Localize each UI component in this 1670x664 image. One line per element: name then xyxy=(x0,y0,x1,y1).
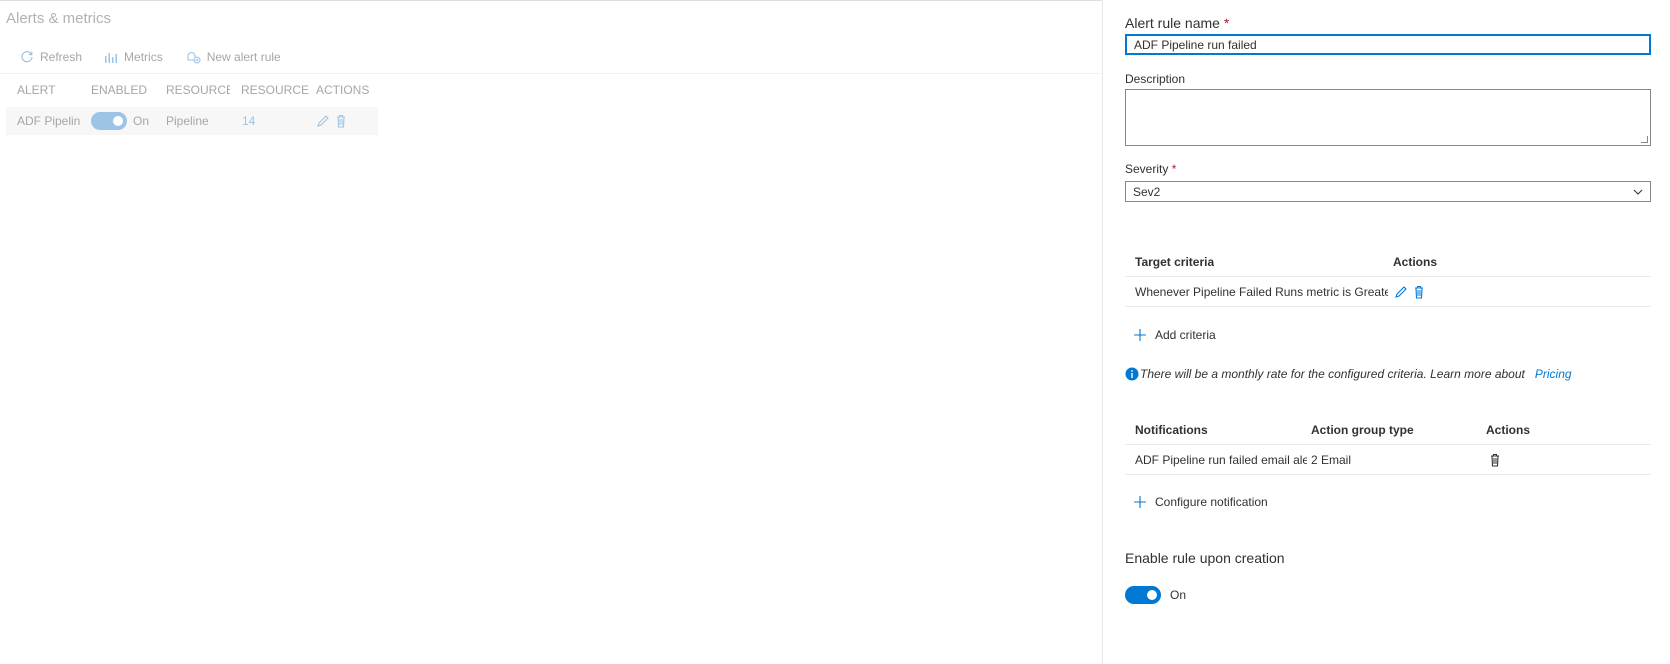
chevron-down-icon xyxy=(1633,189,1643,195)
criteria-table-header: Target criteria Actions xyxy=(1125,247,1651,277)
severity-value: Sev2 xyxy=(1133,184,1161,199)
rule-name-input[interactable]: ADF Pipeline run failed xyxy=(1125,34,1651,55)
plus-icon xyxy=(1134,329,1146,341)
new-alert-icon xyxy=(187,51,201,64)
col-resource-type: RESOURCE T xyxy=(166,83,230,97)
alert-name: ADF Pipeline xyxy=(17,114,81,128)
col-notifications: Notifications xyxy=(1135,422,1208,437)
action-group-type: 2 Email xyxy=(1311,453,1352,467)
new-alert-rule-label: New alert rule xyxy=(206,50,281,64)
col-notification-actions: Actions xyxy=(1486,422,1531,437)
divider xyxy=(0,73,1102,74)
metrics-label: Metrics xyxy=(124,50,163,64)
enable-rule-label: Enable rule upon creation xyxy=(1125,550,1285,566)
notifications-table-header: Notifications Action group type Actions xyxy=(1125,415,1651,445)
pricing-link[interactable]: Pricing xyxy=(1535,367,1572,381)
edit-icon[interactable] xyxy=(1393,284,1409,300)
enabled-label: On xyxy=(133,114,150,128)
refresh-label: Refresh xyxy=(40,50,83,64)
pricing-info: There will be a monthly rate for the con… xyxy=(1125,367,1572,381)
table-row: Whenever Pipeline Failed Runs metric is … xyxy=(1125,278,1651,307)
enable-rule-state: On xyxy=(1170,588,1187,602)
col-enabled: ENABLED xyxy=(91,83,148,97)
configure-notification-button[interactable]: Configure notification xyxy=(1133,495,1268,509)
delete-icon[interactable] xyxy=(333,113,349,129)
delete-icon[interactable] xyxy=(1411,284,1427,300)
notification-name[interactable]: ADF Pipeline run failed email ale xyxy=(1135,446,1307,474)
rule-name-label-text: Alert rule name xyxy=(1125,15,1220,31)
resources-count-link[interactable]: 14 xyxy=(242,114,255,128)
severity-label-text: Severity xyxy=(1125,162,1169,176)
metrics-button[interactable]: Metrics xyxy=(104,50,163,64)
description-label: Description xyxy=(1125,72,1186,86)
resize-grip-icon[interactable] xyxy=(1641,136,1648,143)
col-alert: ALERT xyxy=(17,83,56,97)
plus-icon xyxy=(1134,496,1146,508)
refresh-button[interactable]: Refresh xyxy=(20,50,82,64)
metrics-icon xyxy=(105,53,118,63)
new-alert-rule-button[interactable]: New alert rule xyxy=(185,50,281,64)
add-criteria-label: Add criteria xyxy=(1155,328,1216,342)
page-title: Alerts & metrics xyxy=(6,10,112,27)
enabled-toggle[interactable] xyxy=(91,112,127,130)
alerts-metrics-page: Alerts & metrics Refresh Metrics New ale… xyxy=(0,0,1102,664)
description-textarea[interactable] xyxy=(1125,89,1651,146)
enable-rule-toggle[interactable] xyxy=(1125,586,1161,604)
table-row: ADF Pipeline run failed email ale 2 Emai… xyxy=(1125,446,1651,475)
col-criteria-actions: Actions xyxy=(1393,254,1438,269)
criteria-text[interactable]: Whenever Pipeline Failed Runs metric is … xyxy=(1135,278,1388,306)
alert-rule-panel: Alert rule name * ADF Pipeline run faile… xyxy=(1102,0,1670,664)
info-text: There will be a monthly rate for the con… xyxy=(1140,367,1525,381)
delete-icon[interactable] xyxy=(1487,452,1503,468)
table-row[interactable]: ADF Pipeline On Pipeline 14 xyxy=(6,107,378,135)
required-mark: * xyxy=(1171,162,1177,176)
col-target-criteria: Target criteria xyxy=(1135,254,1215,269)
rule-name-label: Alert rule name * xyxy=(1125,15,1229,31)
severity-select[interactable]: Sev2 xyxy=(1125,181,1651,202)
col-actions: ACTIONS xyxy=(316,83,370,97)
required-mark: * xyxy=(1223,15,1230,31)
severity-label: Severity * xyxy=(1125,162,1176,176)
toolbar: Refresh Metrics New alert rule xyxy=(6,47,303,67)
info-icon xyxy=(1125,367,1139,381)
configure-notification-label: Configure notification xyxy=(1155,495,1268,509)
refresh-icon xyxy=(21,51,33,63)
edit-icon[interactable] xyxy=(315,113,331,129)
col-resources: RESOURCES xyxy=(241,83,309,97)
resource-type: Pipeline xyxy=(166,114,209,128)
add-criteria-button[interactable]: Add criteria xyxy=(1133,328,1216,342)
col-action-group-type: Action group type xyxy=(1311,422,1414,437)
